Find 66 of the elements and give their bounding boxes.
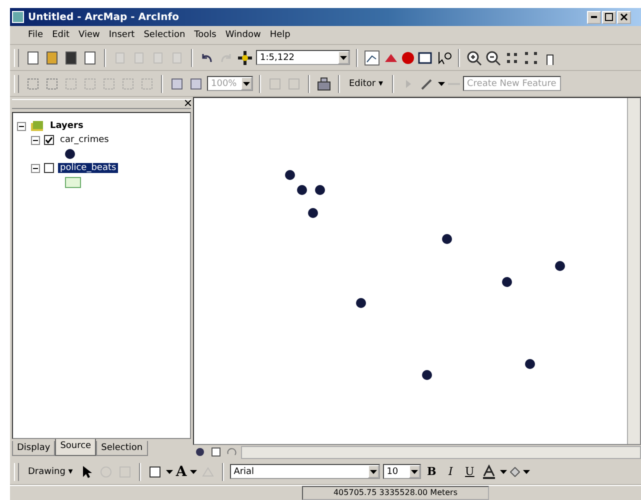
minimize-icon [591,16,597,18]
italic-button[interactable]: I [442,465,459,478]
dropdown-button[interactable] [408,465,420,478]
dropdown-button[interactable] [241,77,252,90]
scale-field[interactable]: 1:5,122 [256,50,350,65]
dropdown-button[interactable] [368,465,379,478]
menu-item[interactable]: File [28,30,44,40]
bold-button[interactable]: B [424,465,440,478]
layer-checkbox[interactable] [44,135,54,145]
coordinates-readout: 405705.75 3335528.00 Meters [302,486,489,500]
menu-item[interactable]: Window [225,30,261,40]
help-cursor-icon[interactable] [436,50,452,66]
app-icon [12,11,24,23]
vertical-scrollbar[interactable] [627,98,640,444]
close-icon[interactable] [185,100,191,106]
ball-icon[interactable] [402,52,414,64]
toc-tab[interactable]: Source [55,439,96,456]
fill-color-icon[interactable] [510,466,520,476]
collapse-icon[interactable] [31,164,40,172]
toc-tab[interactable]: Selection [96,441,148,456]
minimize-button[interactable] [587,10,601,24]
polygon-symbol-icon [65,176,81,188]
building-icon[interactable] [316,76,332,92]
window-title: Untitled - ArcMap - ArcInfo [28,12,180,22]
menu-item[interactable]: Selection [144,30,186,40]
close-icon [620,13,628,21]
point-symbol-icon [65,149,75,159]
maximize-icon [605,13,613,21]
horizontal-scrollbar[interactable] [241,446,641,458]
editor-menu[interactable]: Editor ▾ [346,78,386,88]
menu-item[interactable]: Tools [194,30,216,40]
caret-icon [243,82,250,86]
caret-icon [370,470,377,474]
dropdown-button[interactable] [338,51,349,64]
caret-icon[interactable] [438,82,446,86]
toc-tab[interactable]: Display [12,441,56,456]
caret-icon[interactable] [166,470,173,474]
drawing-menu[interactable]: Drawing ▾ [25,466,76,476]
rectangle-icon[interactable] [146,464,163,480]
collapse-icon[interactable] [17,122,26,130]
font-color-icon[interactable] [480,464,497,480]
close-button[interactable] [617,10,631,24]
tree-item[interactable]: Layers [48,121,86,131]
font-field[interactable]: Arial [230,464,380,479]
zoom-in-icon[interactable] [466,50,482,66]
layer-name[interactable]: police_beats [58,163,118,173]
menu-item[interactable]: Help [270,30,290,40]
maximize-button[interactable] [602,10,616,24]
underline-button[interactable]: U [462,465,478,478]
layers-icon [30,120,44,132]
menu-item[interactable]: View [78,30,100,40]
menu-item[interactable]: Insert [108,30,135,40]
caret-icon[interactable] [500,470,507,474]
menu-item[interactable]: Edit [52,30,70,40]
caret-icon[interactable] [522,470,530,474]
caret-icon[interactable] [190,470,197,474]
new-text-button[interactable]: A [176,464,187,480]
collapse-icon[interactable] [31,136,40,144]
zoom-out-icon[interactable] [485,50,501,66]
caret-icon [340,56,347,60]
layer-checkbox[interactable] [44,163,54,173]
fixed-zoom-out-icon[interactable] [523,50,539,66]
font-size-field[interactable]: 10 [382,464,421,479]
window-icon[interactable] [417,50,433,66]
caret-icon [410,470,418,474]
layer-name[interactable]: car_crimes [58,135,111,145]
